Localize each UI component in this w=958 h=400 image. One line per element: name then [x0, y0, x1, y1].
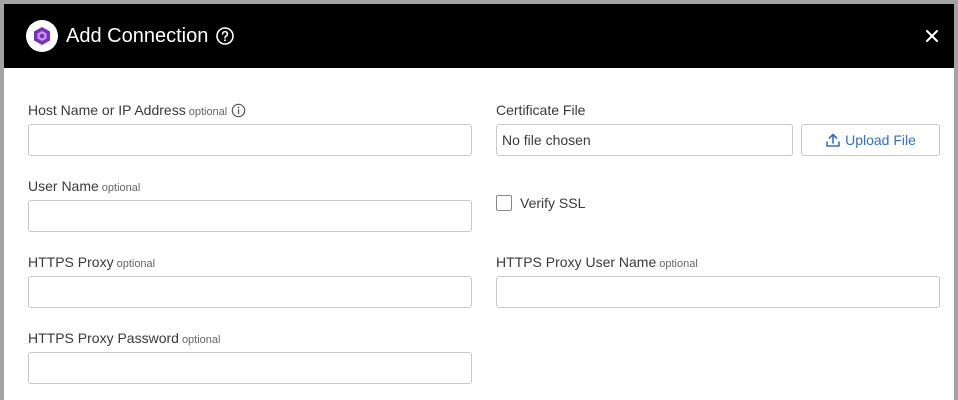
proxy-password-optional-tag: optional [181, 334, 221, 346]
verify-ssl-checkbox[interactable] [496, 195, 512, 211]
user-label-text: User Name [28, 178, 99, 194]
info-icon[interactable] [231, 103, 246, 122]
close-icon[interactable] [924, 28, 940, 44]
dialog-header: Add Connection [4, 4, 954, 68]
dialog-title: Add Connection [66, 25, 209, 47]
upload-icon [826, 133, 840, 147]
host-input[interactable] [28, 124, 472, 156]
upload-file-button[interactable]: Upload File [801, 124, 940, 156]
proxy-password-input[interactable] [28, 352, 472, 384]
proxy-user-input[interactable] [496, 276, 940, 308]
hexagon-logo-icon [26, 20, 58, 52]
proxy-user-label: HTTPS Proxy User Name optional [496, 253, 698, 273]
verify-ssl-label[interactable]: Verify SSL [520, 194, 585, 212]
proxy-label: HTTPS Proxy optional [28, 253, 155, 273]
proxy-password-label: HTTPS Proxy Password optional [28, 329, 220, 349]
proxy-user-optional-tag: optional [659, 258, 698, 270]
upload-file-label: Upload File [845, 132, 916, 148]
help-icon[interactable] [215, 26, 235, 46]
certificate-file-status: No file chosen [496, 124, 793, 156]
proxy-input[interactable] [28, 276, 472, 308]
host-label-text: Host Name or IP Address [28, 102, 186, 118]
proxy-password-label-text: HTTPS Proxy Password [28, 330, 179, 346]
proxy-label-text: HTTPS Proxy [28, 254, 114, 270]
certificate-label: Certificate File [496, 102, 586, 118]
user-optional-tag: optional [101, 182, 141, 194]
proxy-optional-tag: optional [116, 258, 156, 270]
proxy-user-label-text: HTTPS Proxy User Name [496, 254, 657, 270]
host-label: Host Name or IP Address optional [28, 101, 246, 122]
host-optional-tag: optional [188, 106, 228, 118]
user-input[interactable] [28, 200, 472, 232]
user-label: User Name optional [28, 177, 140, 197]
